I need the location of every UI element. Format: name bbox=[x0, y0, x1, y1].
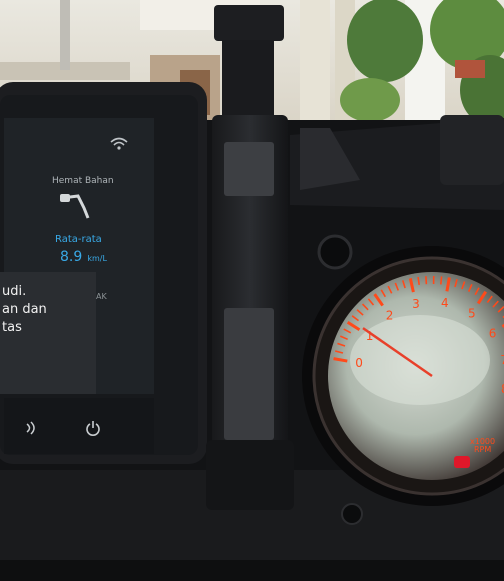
tach-minor-tick bbox=[486, 295, 493, 304]
tach-major-tick bbox=[476, 290, 487, 305]
tach-minor-tick bbox=[394, 282, 400, 291]
tach-minor-tick bbox=[497, 305, 504, 313]
tach-minor-tick bbox=[337, 342, 346, 347]
tach-numeral-0: 0 bbox=[355, 356, 363, 370]
tach-minor-tick bbox=[356, 309, 364, 316]
tach-minor-tick bbox=[380, 289, 386, 298]
tach-minor-tick bbox=[440, 276, 443, 285]
tach-minor-tick bbox=[401, 280, 406, 289]
tach-numeral-7: 7 bbox=[500, 353, 504, 367]
tach-minor-tick bbox=[417, 276, 420, 286]
tach-minor-tick bbox=[467, 283, 473, 292]
tach-numeral-4: 4 bbox=[441, 296, 449, 310]
tach-minor-tick bbox=[387, 285, 393, 294]
tach-needle bbox=[362, 327, 433, 378]
tach-minor-tick bbox=[454, 278, 458, 288]
tach-major-tick bbox=[445, 277, 451, 292]
tach-minor-tick bbox=[492, 300, 499, 308]
tach-major-tick bbox=[408, 278, 415, 293]
tach-minor-tick bbox=[474, 287, 480, 296]
tach-unit: RPM bbox=[474, 445, 492, 454]
tach-minor-tick bbox=[361, 303, 369, 311]
tach-numeral-6: 6 bbox=[489, 327, 497, 341]
tach-minor-tick bbox=[461, 281, 466, 290]
tach-minor-tick bbox=[343, 328, 352, 334]
tach-minor-tick bbox=[367, 298, 375, 306]
tach-numeral-3: 3 bbox=[412, 297, 420, 311]
tach-numeral-5: 5 bbox=[468, 307, 476, 321]
tachometer: 012345678 bbox=[333, 276, 504, 396]
tach-major-tick bbox=[346, 321, 361, 332]
tach-major-tick bbox=[333, 357, 348, 363]
tach-minor-tick bbox=[351, 315, 360, 322]
warning-light bbox=[454, 456, 470, 468]
tach-minor-tick bbox=[334, 350, 344, 354]
tach-numeral-2: 2 bbox=[386, 308, 394, 322]
tach-minor-tick bbox=[339, 335, 348, 341]
tach-major-tick bbox=[373, 293, 384, 307]
car-dashboard-photo: Hemat Bahan Rata-rata 8.9 km/L udi. an d… bbox=[0, 0, 504, 581]
